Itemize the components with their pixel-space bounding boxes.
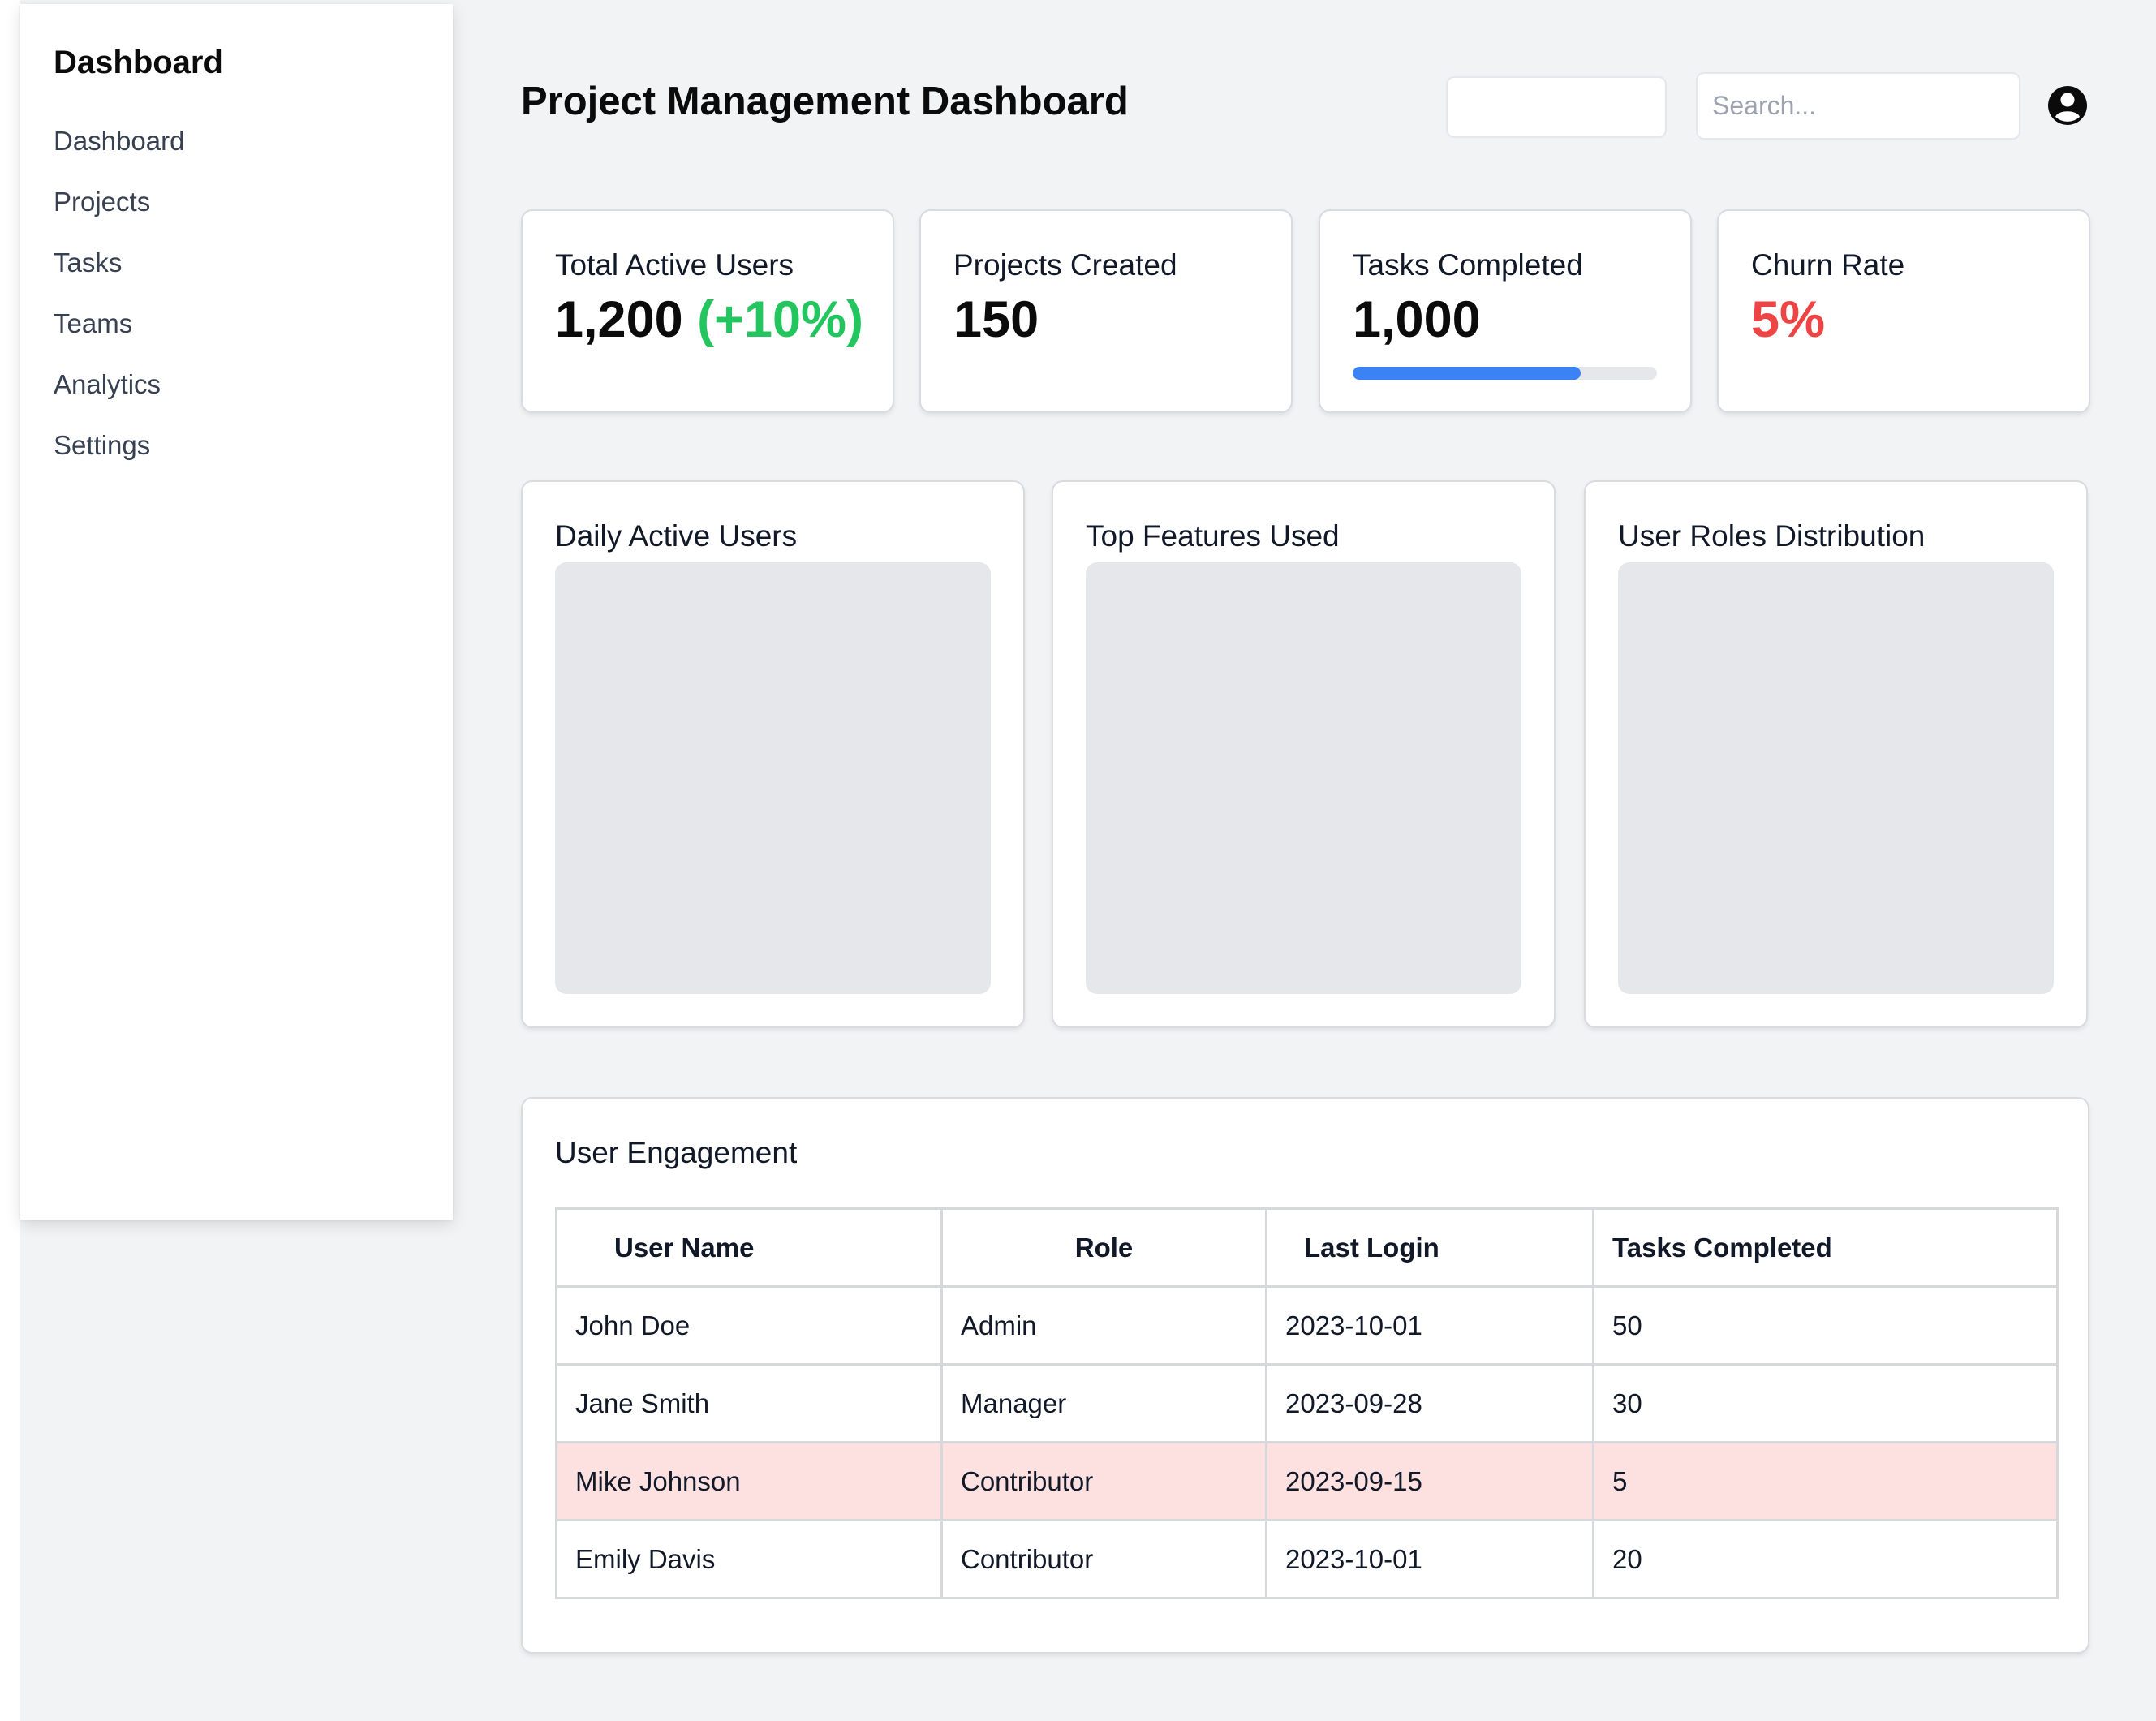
stat-value: 5%	[1751, 291, 1826, 348]
sidebar-nav: Dashboard Projects Tasks Teams Analytics…	[54, 118, 184, 483]
chart-title: Top Features Used	[1086, 519, 1340, 553]
stat-label: Projects Created	[953, 248, 1177, 282]
cell-last-login: 2023-09-15	[1265, 1441, 1594, 1521]
page-title: Project Management Dashboard	[521, 80, 1129, 123]
table-row: Jane Smith Manager 2023-09-28 30	[555, 1363, 2059, 1443]
column-header-tasks-completed: Tasks Completed	[1592, 1207, 2059, 1288]
stat-card-tasks-completed: Tasks Completed 1,000	[1319, 209, 1692, 413]
stat-label: Tasks Completed	[1353, 248, 1583, 282]
cell-last-login: 2023-09-28	[1265, 1363, 1594, 1443]
chart-title: User Roles Distribution	[1618, 519, 1926, 553]
cell-user-name: Emily Davis	[555, 1519, 943, 1599]
table-row: John Doe Admin 2023-10-01 50	[555, 1285, 2059, 1366]
cell-tasks-completed: 50	[1592, 1285, 2059, 1366]
cell-role: Contributor	[940, 1519, 1267, 1599]
sidebar-item-tasks[interactable]: Tasks	[54, 239, 184, 300]
filter-input[interactable]	[1446, 76, 1667, 138]
cell-last-login: 2023-10-01	[1265, 1519, 1594, 1599]
user-circle-icon[interactable]	[2046, 84, 2089, 127]
column-header-role: Role	[940, 1207, 1267, 1288]
sidebar-item-projects[interactable]: Projects	[54, 179, 184, 239]
cell-tasks-completed: 5	[1592, 1441, 2059, 1521]
chart-title: Daily Active Users	[555, 519, 798, 553]
sidebar-item-analytics[interactable]: Analytics	[54, 361, 184, 422]
stat-delta: (+10%)	[697, 291, 864, 348]
cell-role: Contributor	[940, 1441, 1267, 1521]
column-header-user-name: User Name	[555, 1207, 943, 1288]
sidebar-item-dashboard[interactable]: Dashboard	[54, 118, 184, 179]
stat-card-projects-created: Projects Created 150	[919, 209, 1293, 413]
stat-value: 150	[953, 291, 1039, 348]
cell-user-name: Jane Smith	[555, 1363, 943, 1443]
table-row: Emily Davis Contributor 2023-10-01 20	[555, 1519, 2059, 1599]
sidebar-item-teams[interactable]: Teams	[54, 300, 184, 361]
tasks-progress-bar	[1353, 367, 1657, 380]
stat-label: Total Active Users	[555, 248, 794, 282]
chart-placeholder	[1086, 562, 1521, 994]
stat-value: 1,000	[1353, 291, 1481, 348]
stat-value: 1,200 (+10%)	[555, 290, 863, 349]
cell-tasks-completed: 30	[1592, 1363, 2059, 1443]
user-engagement-card: User Engagement User Name Role Last Logi…	[521, 1097, 2089, 1654]
cell-last-login: 2023-10-01	[1265, 1285, 1594, 1366]
stat-label: Churn Rate	[1751, 248, 1905, 282]
user-engagement-table: User Name Role Last Login Tasks Complete…	[555, 1207, 2059, 1599]
cell-tasks-completed: 20	[1592, 1519, 2059, 1599]
sidebar: Dashboard Dashboard Projects Tasks Teams…	[20, 4, 453, 1220]
stat-card-total-active-users: Total Active Users 1,200 (+10%)	[521, 209, 894, 413]
chart-card-user-roles-distribution: User Roles Distribution	[1584, 480, 2088, 1028]
tasks-progress-fill	[1353, 367, 1581, 380]
table-title: User Engagement	[555, 1136, 798, 1169]
sidebar-item-settings[interactable]: Settings	[54, 422, 184, 483]
stat-number: 1,200	[555, 291, 683, 348]
stat-card-churn-rate: Churn Rate 5%	[1717, 209, 2090, 413]
table-row-highlighted: Mike Johnson Contributor 2023-09-15 5	[555, 1441, 2059, 1521]
column-header-last-login: Last Login	[1265, 1207, 1594, 1288]
chart-placeholder	[1618, 562, 2054, 994]
cell-role: Admin	[940, 1285, 1267, 1366]
chart-card-daily-active-users: Daily Active Users	[521, 480, 1025, 1028]
cell-role: Manager	[940, 1363, 1267, 1443]
cell-user-name: Mike Johnson	[555, 1441, 943, 1521]
search-input[interactable]	[1696, 72, 2020, 140]
chart-placeholder	[555, 562, 991, 994]
table-header-row: User Name Role Last Login Tasks Complete…	[555, 1207, 2059, 1288]
cell-user-name: John Doe	[555, 1285, 943, 1366]
sidebar-title: Dashboard	[54, 45, 223, 80]
chart-card-top-features-used: Top Features Used	[1052, 480, 1556, 1028]
